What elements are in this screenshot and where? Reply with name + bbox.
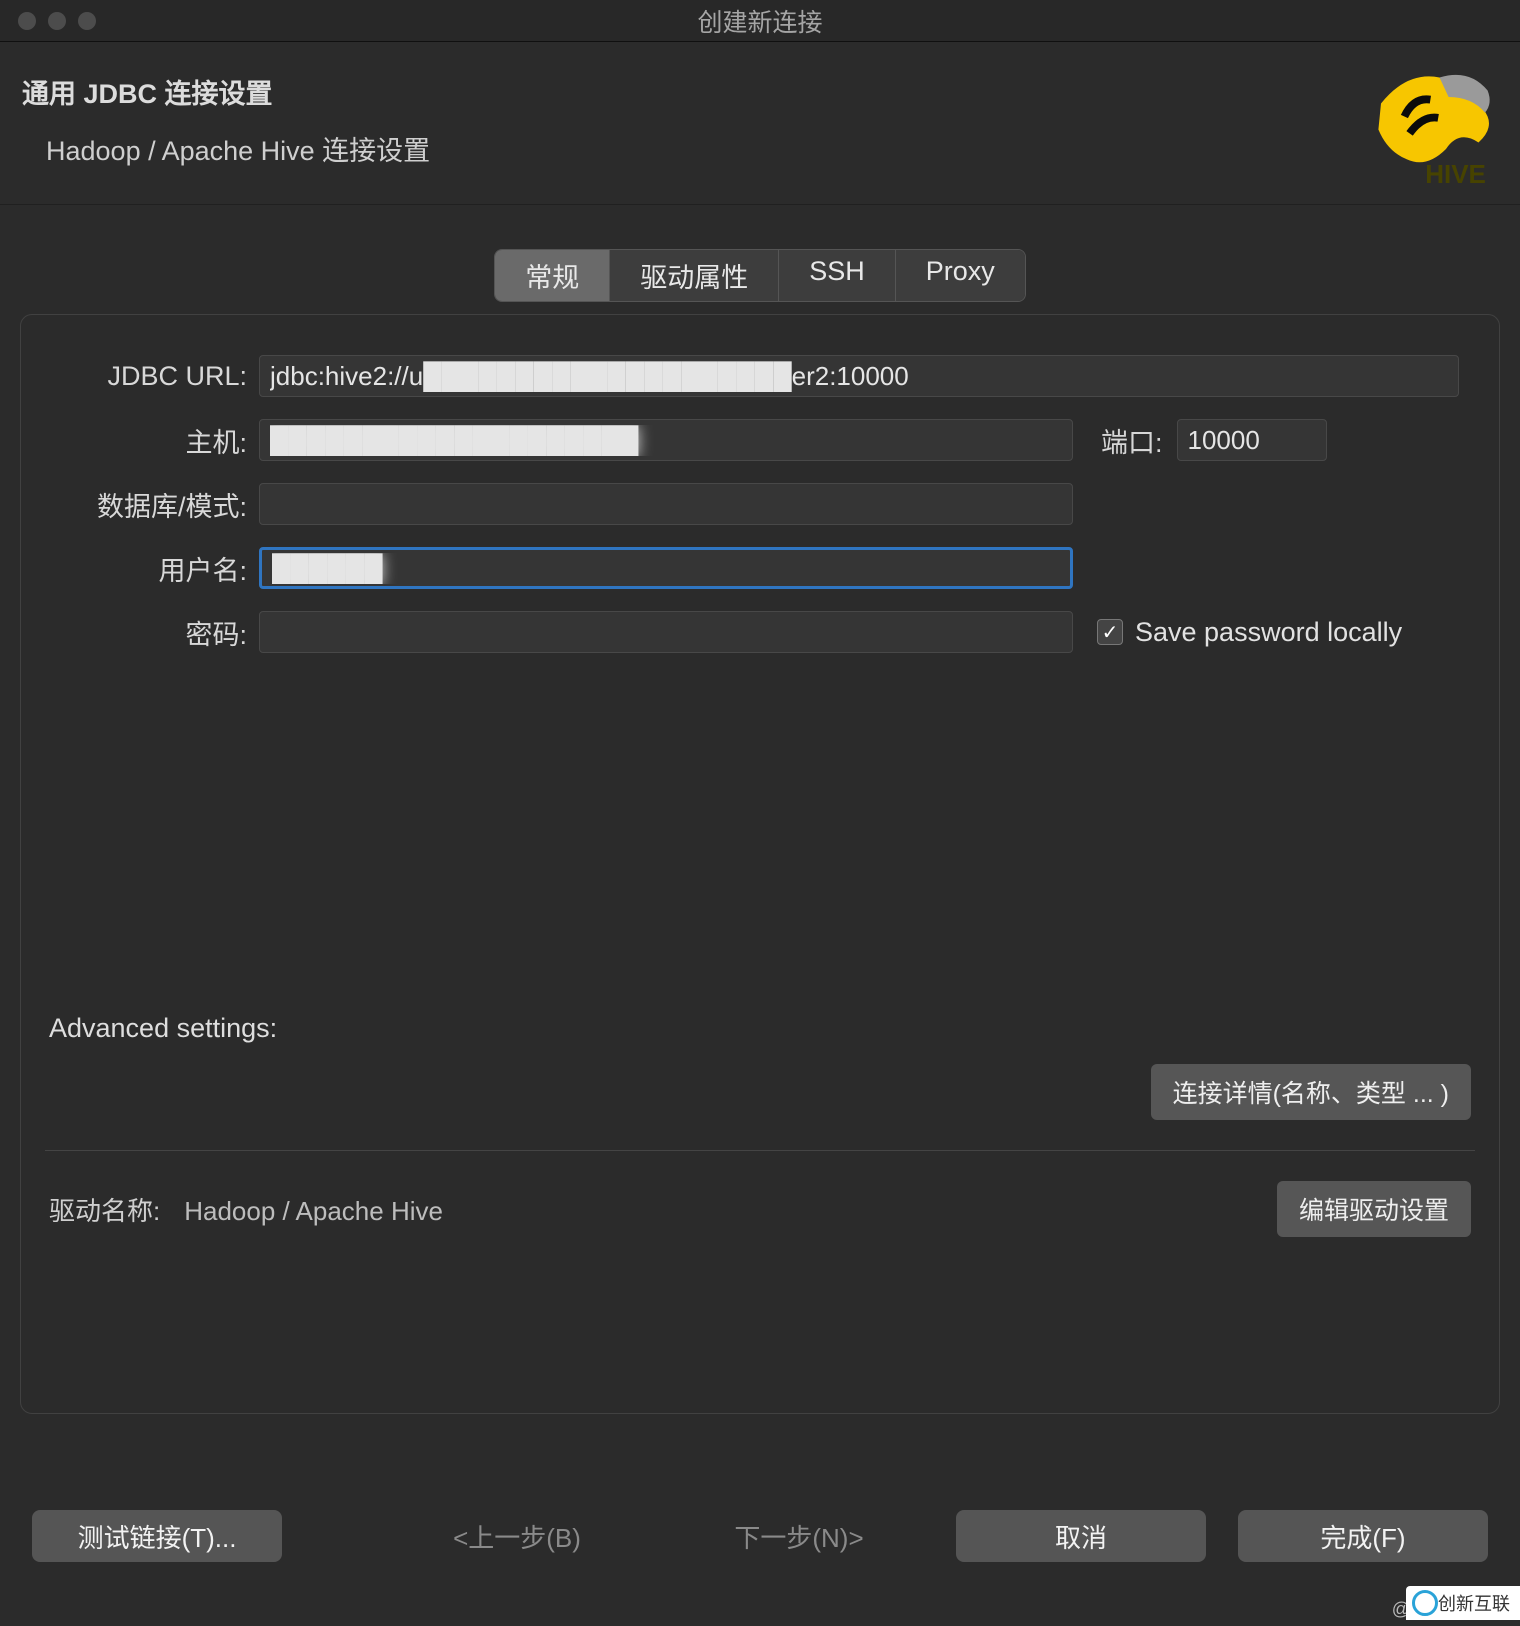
header-title: 通用 JDBC 连接设置: [22, 72, 1498, 111]
host-input[interactable]: [259, 419, 1073, 461]
tab-ssh[interactable]: SSH: [779, 250, 896, 301]
tab-driver[interactable]: 驱动属性: [610, 250, 779, 301]
window-title: 创建新连接: [0, 3, 1520, 39]
label-database: 数据库/模式:: [49, 485, 259, 524]
save-password-label: Save password locally: [1135, 617, 1402, 648]
tab-strip: 常规 驱动属性 SSH Proxy: [0, 249, 1520, 302]
settings-panel: JDBC URL: 主机: 端口: 数据库/模式: 用户名: 密码: ✓ Sav…: [20, 314, 1500, 1414]
label-port: 端口:: [1101, 421, 1163, 460]
header-subtitle: Hadoop / Apache Hive 连接设置: [46, 129, 1498, 168]
watermark: 创新互联: [1406, 1586, 1520, 1620]
label-password: 密码:: [49, 613, 259, 652]
database-input[interactable]: [259, 483, 1073, 525]
finish-button[interactable]: 完成(F): [1238, 1510, 1488, 1562]
port-input[interactable]: [1177, 419, 1327, 461]
label-jdbc-url: JDBC URL:: [49, 361, 259, 392]
tab-general[interactable]: 常规: [495, 250, 610, 301]
prev-button: <上一步(B): [392, 1510, 642, 1562]
divider: [45, 1150, 1475, 1151]
edit-driver-button[interactable]: 编辑驱动设置: [1277, 1181, 1471, 1237]
save-password-checkbox[interactable]: ✓: [1097, 619, 1123, 645]
jdbc-url-input[interactable]: [259, 355, 1459, 397]
label-host: 主机:: [49, 421, 259, 460]
driver-name-label: 驱动名称:: [49, 1191, 160, 1228]
connection-details-button[interactable]: 连接详情(名称、类型 ... ): [1151, 1064, 1471, 1120]
tab-proxy[interactable]: Proxy: [896, 250, 1025, 301]
footer: 测试链接(T)... <上一步(B) 下一步(N)> 取消 完成(F): [0, 1510, 1520, 1562]
username-input[interactable]: [259, 547, 1073, 589]
header: 通用 JDBC 连接设置 Hadoop / Apache Hive 连接设置 H…: [0, 42, 1520, 205]
hive-logo-text: HIVE: [1425, 159, 1486, 188]
driver-name-value: Hadoop / Apache Hive: [184, 1196, 443, 1227]
cancel-button[interactable]: 取消: [956, 1510, 1206, 1562]
titlebar: 创建新连接: [0, 0, 1520, 42]
password-input[interactable]: [259, 611, 1073, 653]
advanced-settings-label: Advanced settings:: [49, 1013, 1471, 1044]
label-username: 用户名:: [49, 549, 259, 588]
next-button: 下一步(N)>: [674, 1510, 924, 1562]
test-connection-button[interactable]: 测试链接(T)...: [32, 1510, 282, 1562]
hive-logo-icon: HIVE: [1368, 58, 1498, 188]
